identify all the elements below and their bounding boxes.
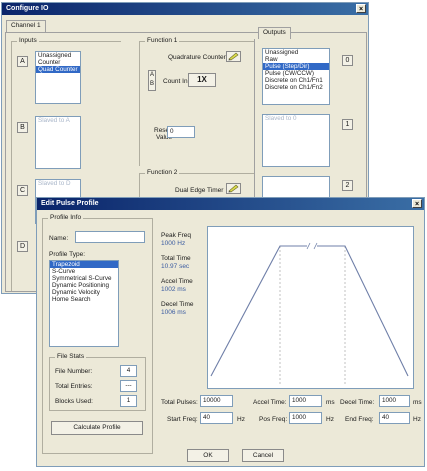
profile-plot bbox=[207, 226, 414, 389]
accel-ms-unit: ms bbox=[326, 399, 335, 406]
output-1-button[interactable]: 1 bbox=[342, 119, 353, 130]
function-1-label: Function 1 bbox=[145, 37, 180, 44]
peak-freq-value: 1000 Hz bbox=[161, 240, 186, 247]
name-input[interactable] bbox=[75, 231, 145, 243]
pencil-icon bbox=[228, 52, 239, 61]
input-b-list[interactable]: Slaved to A bbox=[35, 116, 81, 169]
tab-outputs[interactable]: Outputs bbox=[258, 27, 291, 39]
input-c-button[interactable]: C bbox=[17, 185, 28, 196]
decel-ms-unit: ms bbox=[413, 399, 422, 406]
list-item[interactable]: Dynamic Velocity bbox=[50, 289, 118, 296]
start-freq-hz-unit: Hz bbox=[237, 416, 245, 423]
list-item[interactable]: Discrete on Ch1/Fn2 bbox=[263, 84, 329, 91]
tab-channel-1[interactable]: Channel 1 bbox=[6, 20, 46, 32]
decel-time-input[interactable]: 1000 bbox=[379, 395, 410, 407]
profile-type-label: Profile Type: bbox=[49, 251, 86, 258]
file-stats-label: File Stats bbox=[55, 353, 87, 360]
edit-pulse-profile-titlebar: Edit Pulse Profile × bbox=[37, 198, 424, 210]
total-entries-label: Total Entries: bbox=[55, 383, 93, 390]
list-item: Slaved to D bbox=[38, 180, 71, 187]
list-item[interactable]: Trapezoid bbox=[50, 261, 118, 268]
close-button[interactable]: × bbox=[356, 4, 366, 13]
calculate-profile-button[interactable]: Calculate Profile bbox=[51, 421, 143, 435]
decel-time-input-label: Decel Time: bbox=[340, 399, 375, 406]
function-1-mode: Quadrature Counter bbox=[168, 54, 226, 61]
close-button[interactable]: × bbox=[412, 199, 422, 208]
list-item: Slaved to A bbox=[38, 117, 70, 124]
window-title: Edit Pulse Profile bbox=[41, 200, 99, 207]
output-2-button[interactable]: 2 bbox=[342, 180, 353, 191]
reset-value-input[interactable]: 0 bbox=[167, 126, 195, 138]
inputs-label: Inputs bbox=[17, 37, 39, 44]
total-entries-value: --- bbox=[120, 380, 137, 392]
list-item[interactable]: S-Curve bbox=[50, 268, 118, 275]
cancel-button[interactable]: Cancel bbox=[242, 449, 284, 462]
total-pulses-input[interactable]: 10000 bbox=[200, 395, 233, 407]
pos-freq-input[interactable]: 1000 bbox=[289, 412, 322, 424]
configure-io-titlebar: Configure IO × bbox=[2, 3, 368, 15]
start-freq-label: Start Freq: bbox=[167, 416, 198, 423]
file-number-label: File Number: bbox=[55, 368, 93, 375]
list-item[interactable]: Unassigned bbox=[36, 52, 80, 59]
profile-info-label: Profile Info bbox=[48, 214, 84, 221]
list-item: Slaved to 0 bbox=[265, 115, 297, 122]
list-item[interactable]: Discrete on Ch1/Fn1 bbox=[263, 77, 329, 84]
count-in-letter-a: A bbox=[149, 72, 154, 78]
accel-time-label: Accel Time bbox=[161, 278, 193, 285]
accel-time-input[interactable]: 1000 bbox=[289, 395, 322, 407]
list-item[interactable]: Symmetrical S-Curve bbox=[50, 275, 118, 282]
accel-time-input-label: Accel Time: bbox=[253, 399, 287, 406]
file-number-value: 4 bbox=[120, 365, 137, 377]
input-d-button[interactable]: D bbox=[17, 241, 28, 252]
function-2-mode: Dual Edge Timer bbox=[175, 187, 224, 194]
list-item[interactable]: Quad Counter bbox=[36, 66, 80, 73]
output-0-button[interactable]: 0 bbox=[342, 55, 353, 66]
input-b-button[interactable]: B bbox=[17, 122, 28, 133]
input-a-button[interactable]: A bbox=[17, 56, 28, 67]
list-item[interactable]: Home Search bbox=[50, 296, 118, 303]
end-freq-label: End Freq: bbox=[345, 416, 374, 423]
list-item[interactable]: Pulse (CW/CCW) bbox=[263, 70, 329, 77]
list-item[interactable]: Unassigned bbox=[263, 49, 329, 56]
list-item[interactable]: Dynamic Positioning bbox=[50, 282, 118, 289]
count-in-letter-b: B bbox=[149, 81, 154, 87]
blocks-used-value: 1 bbox=[120, 395, 137, 407]
window-title: Configure IO bbox=[6, 5, 49, 12]
end-freq-hz-unit: Hz bbox=[413, 416, 421, 423]
accel-time-value: 1002 ms bbox=[161, 286, 186, 293]
count-in-selector[interactable]: A B bbox=[148, 70, 156, 91]
function-2-label: Function 2 bbox=[145, 169, 180, 176]
output-1-list[interactable]: Slaved to 0 bbox=[262, 114, 330, 167]
start-freq-input[interactable]: 40 bbox=[200, 412, 233, 424]
count-in-label: Count In: bbox=[163, 78, 190, 85]
edit-function-2-button[interactable] bbox=[226, 183, 241, 194]
decel-time-label: Decel Time bbox=[161, 301, 194, 308]
edit-function-1-button[interactable] bbox=[226, 51, 241, 62]
blocks-used-label: Blocks Used: bbox=[55, 398, 93, 405]
ok-button[interactable]: OK bbox=[187, 449, 229, 462]
profile-type-list[interactable]: Trapezoid S-Curve Symmetrical S-Curve Dy… bbox=[49, 260, 119, 347]
list-item[interactable]: Raw bbox=[263, 56, 329, 63]
total-pulses-label: Total Pulses: bbox=[161, 399, 198, 406]
peak-freq-label: Peak Freq bbox=[161, 232, 191, 239]
pencil-icon bbox=[228, 184, 239, 193]
pos-freq-hz-unit: Hz bbox=[326, 416, 334, 423]
end-freq-input[interactable]: 40 bbox=[379, 412, 410, 424]
pos-freq-label: Pos Freq: bbox=[259, 416, 288, 423]
list-item[interactable]: Counter bbox=[36, 59, 80, 66]
list-item[interactable]: Pulse (Step/Dir) bbox=[263, 63, 329, 70]
decel-time-value: 1006 ms bbox=[161, 309, 186, 316]
input-a-list[interactable]: Unassigned Counter Quad Counter bbox=[35, 51, 81, 104]
edit-pulse-profile-window: Edit Pulse Profile × Profile Info Name: … bbox=[36, 197, 425, 467]
output-0-list[interactable]: Unassigned Raw Pulse (Step/Dir) Pulse (C… bbox=[262, 48, 330, 105]
plot-frame bbox=[207, 226, 414, 389]
name-label: Name: bbox=[49, 235, 69, 242]
count-in-multiplier-button[interactable]: 1X bbox=[188, 73, 216, 87]
total-time-label: Total Time bbox=[161, 255, 191, 262]
total-time-value: 10.97 sec bbox=[161, 263, 190, 270]
